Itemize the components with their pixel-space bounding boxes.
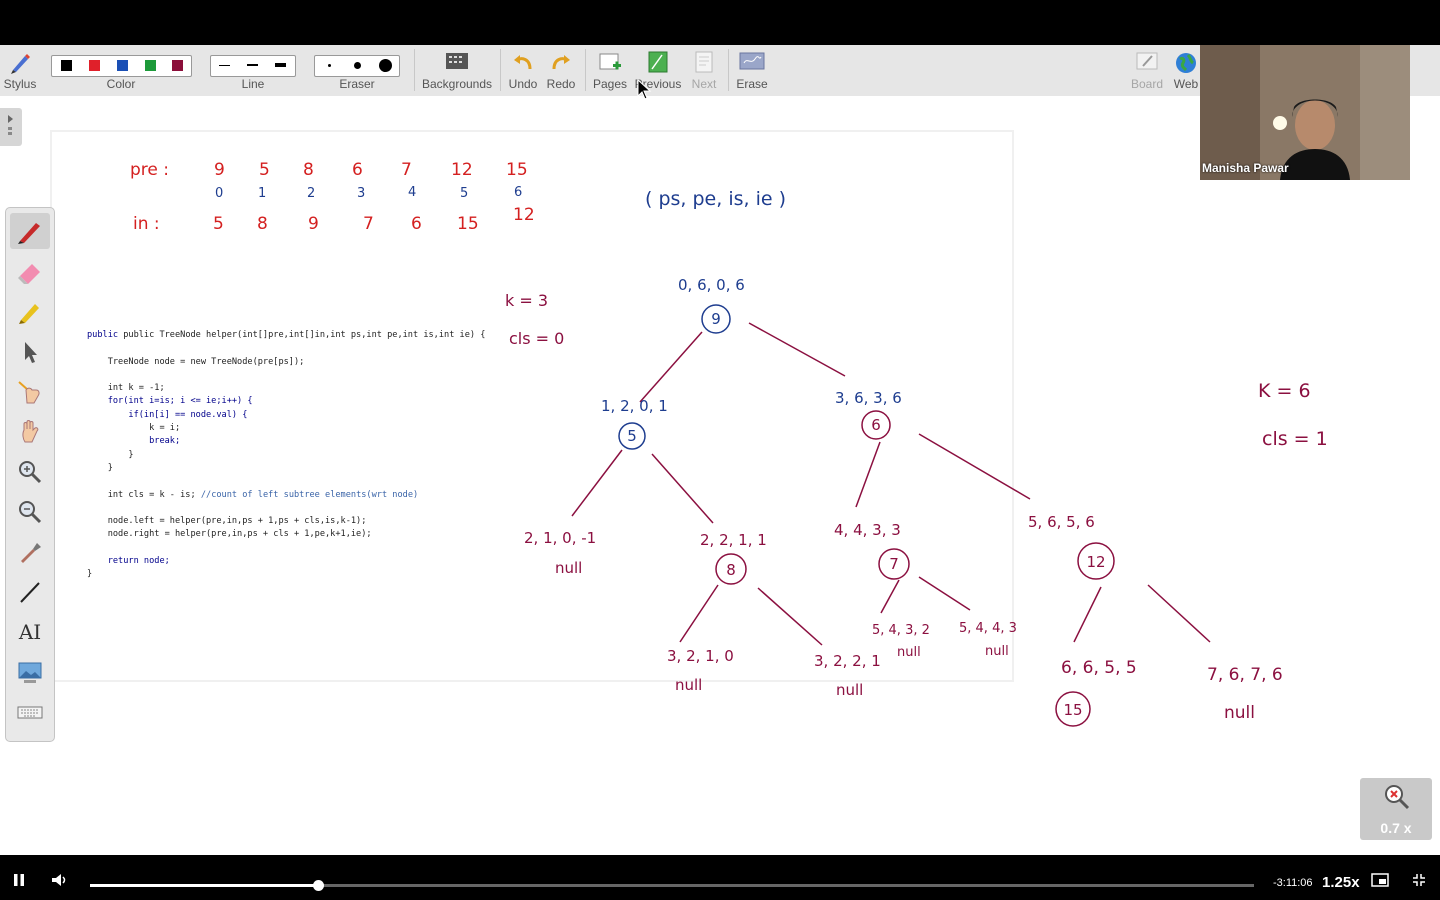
in-value: 8 — [257, 214, 268, 234]
mouse-cursor-icon — [637, 79, 652, 100]
presenter-video — [1200, 45, 1410, 180]
tree-node-value: 6 — [871, 416, 881, 434]
pause-icon[interactable] — [12, 873, 26, 887]
index-value: 2 — [307, 186, 315, 201]
volume-icon[interactable] — [51, 873, 69, 887]
progress-played — [90, 884, 319, 887]
pre-value: 6 — [352, 160, 363, 180]
tree-null-labels: null null null null null null — [555, 559, 1255, 723]
in-value: 5 — [213, 214, 224, 234]
tree-range-label: 1, 2, 0, 1 — [601, 397, 668, 415]
null-label: null — [836, 681, 863, 699]
progress-bar[interactable] — [90, 880, 1254, 891]
tree-node-value: 9 — [711, 310, 721, 328]
in-value: 15 — [457, 214, 479, 234]
tree-edges — [571, 322, 1211, 646]
exit-fullscreen-icon[interactable] — [1412, 873, 1426, 887]
index-value: 6 — [514, 185, 522, 200]
index-value: 1 — [258, 186, 266, 201]
null-label: null — [897, 645, 921, 660]
index-value: 0 — [215, 186, 223, 201]
in-value: 12 — [513, 205, 535, 225]
in-array: in : 5 8 9 7 6 15 12 — [133, 205, 535, 234]
video-player-bar: -3:11:06 1.25x — [0, 855, 1440, 900]
tree-range-label: 3, 2, 1, 0 — [667, 647, 734, 665]
pre-array: pre : 9 5 8 6 7 12 15 — [130, 160, 528, 180]
pre-value: 15 — [506, 160, 528, 180]
pre-value: 8 — [303, 160, 314, 180]
tree-range-label: 6, 6, 5, 5 — [1061, 658, 1137, 678]
tree-node-value: 8 — [726, 561, 736, 579]
zoom-level: 0.7 x — [1380, 820, 1412, 836]
k-note: k = 3 — [505, 291, 548, 310]
tree-range-label: 2, 1, 0, -1 — [524, 529, 596, 547]
index-value: 4 — [408, 185, 416, 200]
pre-value: 9 — [214, 160, 225, 180]
tree-node-value: 5 — [627, 427, 637, 445]
pre-value: 7 — [401, 160, 412, 180]
tree-range-label: 5, 6, 5, 6 — [1028, 513, 1095, 531]
webcam-video — [1200, 45, 1410, 180]
param-signature: ( ps, pe, is, ie ) — [645, 188, 786, 210]
in-value: 6 — [411, 214, 422, 234]
index-value: 3 — [357, 186, 365, 201]
tree-range-label: 5, 4, 3, 2 — [872, 623, 930, 638]
index-value: 5 — [460, 186, 468, 201]
tree-range-label: 7, 6, 7, 6 — [1207, 665, 1283, 685]
time-remaining: -3:11:06 — [1273, 877, 1313, 889]
null-label: null — [675, 676, 702, 694]
zoom-control[interactable]: 0.7 x — [1360, 778, 1432, 840]
in-value: 9 — [308, 214, 319, 234]
pre-value: 5 — [259, 160, 270, 180]
null-label: null — [1224, 703, 1255, 723]
cls-note: cls = 0 — [509, 329, 564, 348]
tree-range-labels: 0, 6, 0, 6 1, 2, 0, 1 3, 6, 3, 6 2, 1, 0… — [524, 276, 1283, 685]
tree-range-label: 2, 2, 1, 1 — [700, 531, 767, 549]
in-value: 7 — [363, 214, 374, 234]
tree-range-label: 3, 6, 3, 6 — [835, 389, 902, 407]
picture-in-picture-icon[interactable] — [1371, 873, 1389, 887]
tree-node-value: 15 — [1063, 701, 1082, 719]
zoom-reset-icon — [1385, 785, 1410, 810]
null-label: null — [555, 559, 582, 577]
cls-note-2: cls = 1 — [1262, 428, 1328, 450]
tree-range-label: 0, 6, 0, 6 — [678, 276, 745, 294]
pre-value: 12 — [451, 160, 473, 180]
tree-range-label: 4, 4, 3, 3 — [834, 521, 901, 539]
tree-range-label: 3, 2, 2, 1 — [814, 652, 881, 670]
pre-label: pre : — [130, 160, 169, 180]
playback-speed-button[interactable]: 1.25x — [1322, 874, 1360, 891]
presenter-name: Manisha Pawar — [1202, 161, 1289, 175]
tree-range-label: 5, 4, 4, 3 — [959, 621, 1017, 636]
null-label: null — [985, 644, 1009, 659]
in-label: in : — [133, 214, 160, 234]
tree-node-value: 12 — [1086, 553, 1105, 571]
progress-scrubber[interactable] — [313, 880, 325, 891]
k-note-2: K = 6 — [1258, 380, 1311, 402]
index-row: 0 1 2 3 4 5 6 — [215, 185, 522, 201]
tree-node-value: 7 — [889, 555, 899, 573]
